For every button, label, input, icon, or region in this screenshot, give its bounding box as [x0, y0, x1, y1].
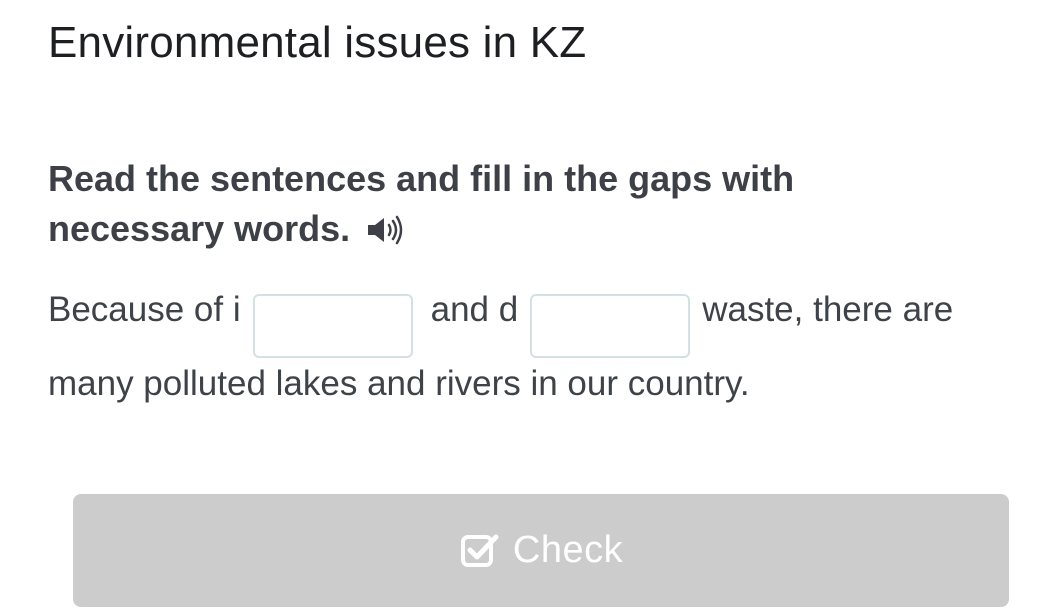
sentence-part-2: and d [430, 290, 519, 329]
gap-input-1[interactable] [252, 294, 413, 358]
gap-input-2[interactable] [530, 294, 691, 358]
exercise-sentence: Because of i and d waste, there are many p… [48, 284, 1028, 410]
instruction-text: Read the sentences and fill in the gaps … [48, 158, 795, 249]
task-instruction: Read the sentences and fill in the gaps … [48, 154, 948, 254]
check-button[interactable]: Check [73, 494, 1009, 607]
sentence-part-1: Because of i [48, 290, 241, 329]
checkbox-icon [459, 531, 499, 571]
speaker-icon[interactable] [366, 208, 404, 245]
check-button-label: Check [512, 529, 624, 571]
page-title: Environmental issues in KZ [48, 18, 587, 67]
